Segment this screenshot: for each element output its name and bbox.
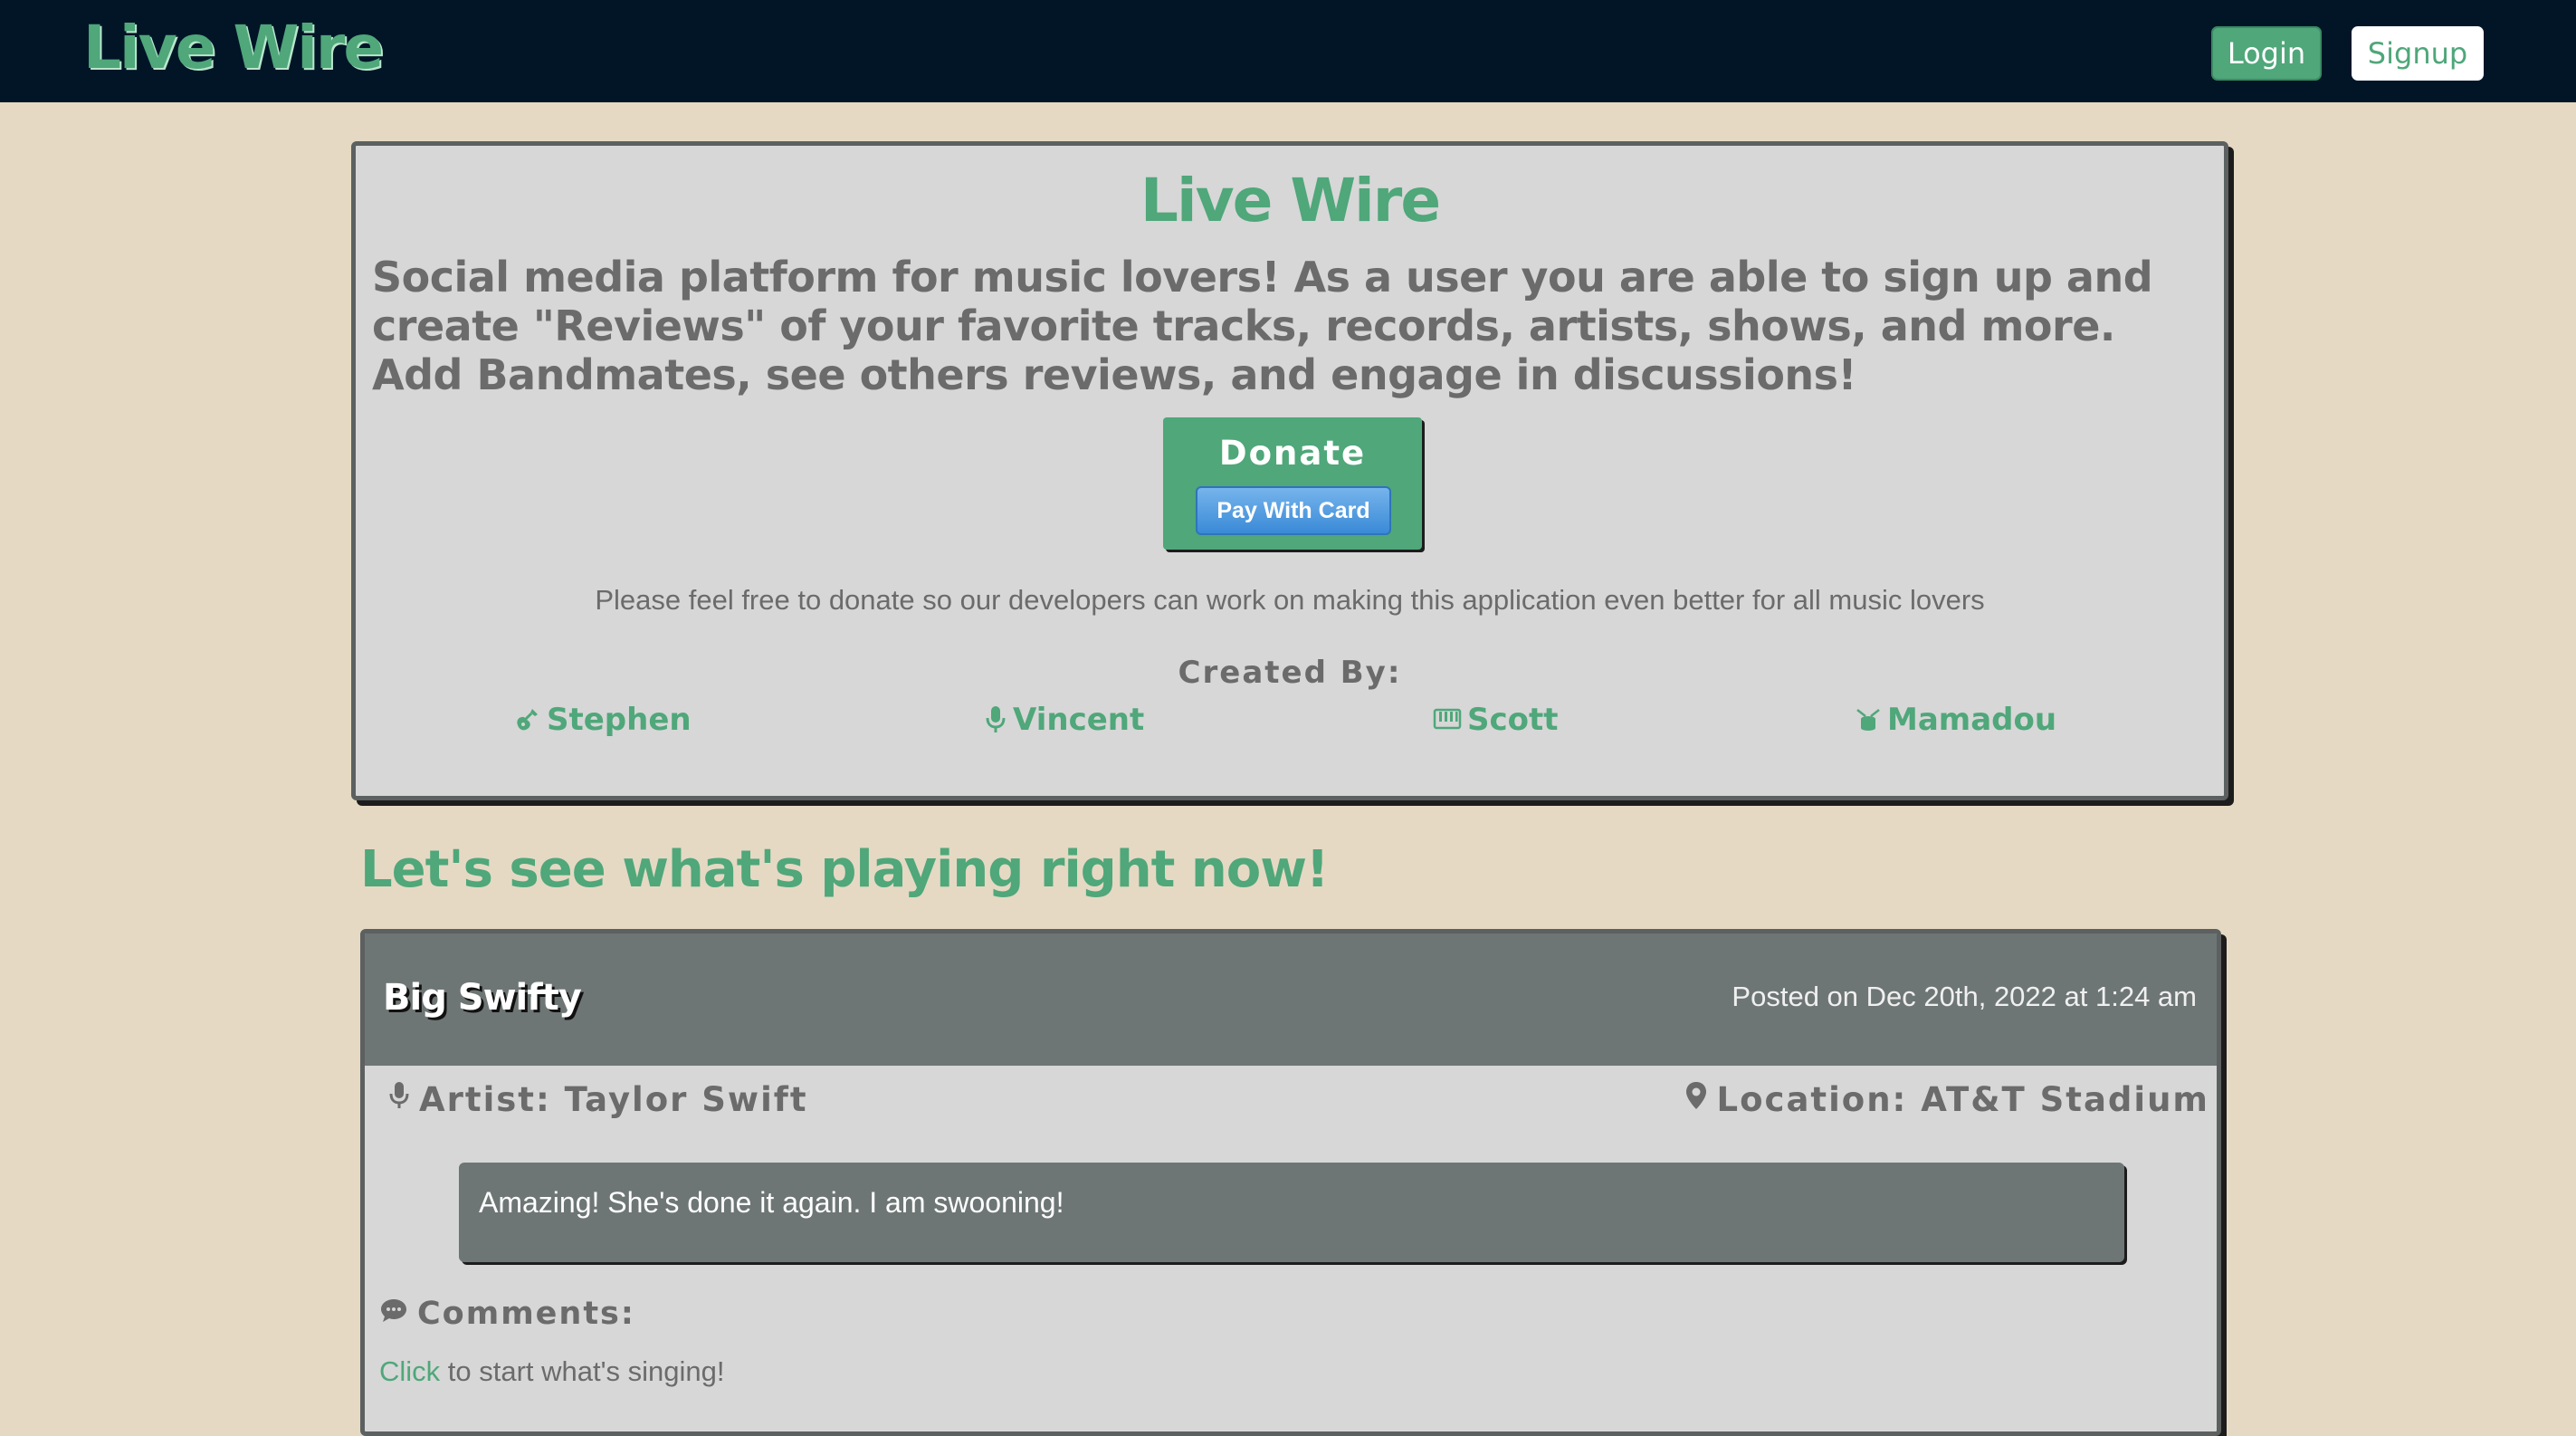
microphone-icon [388, 1080, 410, 1119]
creator-link-stephen[interactable]: Stephen [514, 702, 692, 738]
start-comment-link[interactable]: Click [379, 1355, 440, 1387]
comment-bubble-icon [379, 1296, 408, 1332]
guitar-icon [514, 705, 541, 734]
about-title: Live Wire [1140, 166, 1441, 235]
creator-link-scott[interactable]: Scott [1433, 702, 1559, 738]
review-post-card: Big Swifty Posted on Dec 20th, 2022 at 1… [360, 929, 2221, 1436]
creator-name: Stephen [547, 702, 692, 738]
donate-note: Please feel free to donate so our develo… [595, 584, 1985, 616]
artist-text: Artist: Taylor Swift [419, 1080, 808, 1119]
post-header: Big Swifty Posted on Dec 20th, 2022 at 1… [365, 933, 2217, 1066]
navbar: Live Wire Login Signup [0, 0, 2576, 102]
brand-logo[interactable]: Live Wire [83, 13, 384, 82]
creator-name: Vincent [1013, 702, 1145, 738]
location-text: Location: AT&T Stadium [1716, 1080, 2209, 1119]
review-text: Amazing! She's done it again. I am swoon… [479, 1186, 1064, 1219]
comments-heading: Comments: [379, 1296, 635, 1332]
login-button[interactable]: Login [2211, 26, 2322, 81]
donate-title: Donate [1218, 434, 1367, 473]
post-location: Location: AT&T Stadium [1684, 1080, 2209, 1119]
post-artist: Artist: Taylor Swift [388, 1080, 808, 1119]
post-title[interactable]: Big Swifty [383, 977, 582, 1019]
comments-prompt-text: to start what's singing! [440, 1355, 725, 1387]
feed-heading: Let's see what's playing right now! [360, 840, 1329, 899]
microphone-icon [984, 704, 1007, 735]
creator-name: Scott [1467, 702, 1559, 738]
comments-prompt: Click to start what's singing! [379, 1355, 725, 1388]
keyboard-icon [1433, 707, 1462, 732]
signup-button[interactable]: Signup [2352, 26, 2484, 81]
review-body: Amazing! She's done it again. I am swoon… [459, 1163, 2124, 1262]
creator-name: Mamadou [1887, 702, 2057, 738]
donate-panel: Donate Pay With Card [1163, 417, 1422, 550]
comments-label: Comments: [417, 1296, 635, 1332]
created-by-label: Created By: [1178, 655, 1402, 691]
about-card: Live Wire Social media platform for musi… [351, 141, 2228, 800]
map-pin-icon [1684, 1080, 1708, 1119]
pay-with-card-button[interactable]: Pay With Card [1196, 486, 1391, 535]
post-timestamp: Posted on Dec 20th, 2022 at 1:24 am [1732, 981, 2197, 1012]
about-description: Social media platform for music lovers! … [372, 253, 2153, 399]
creator-link-mamadou[interactable]: Mamadou [1855, 702, 2056, 738]
creator-link-vincent[interactable]: Vincent [984, 702, 1144, 738]
drum-icon [1855, 706, 1882, 733]
